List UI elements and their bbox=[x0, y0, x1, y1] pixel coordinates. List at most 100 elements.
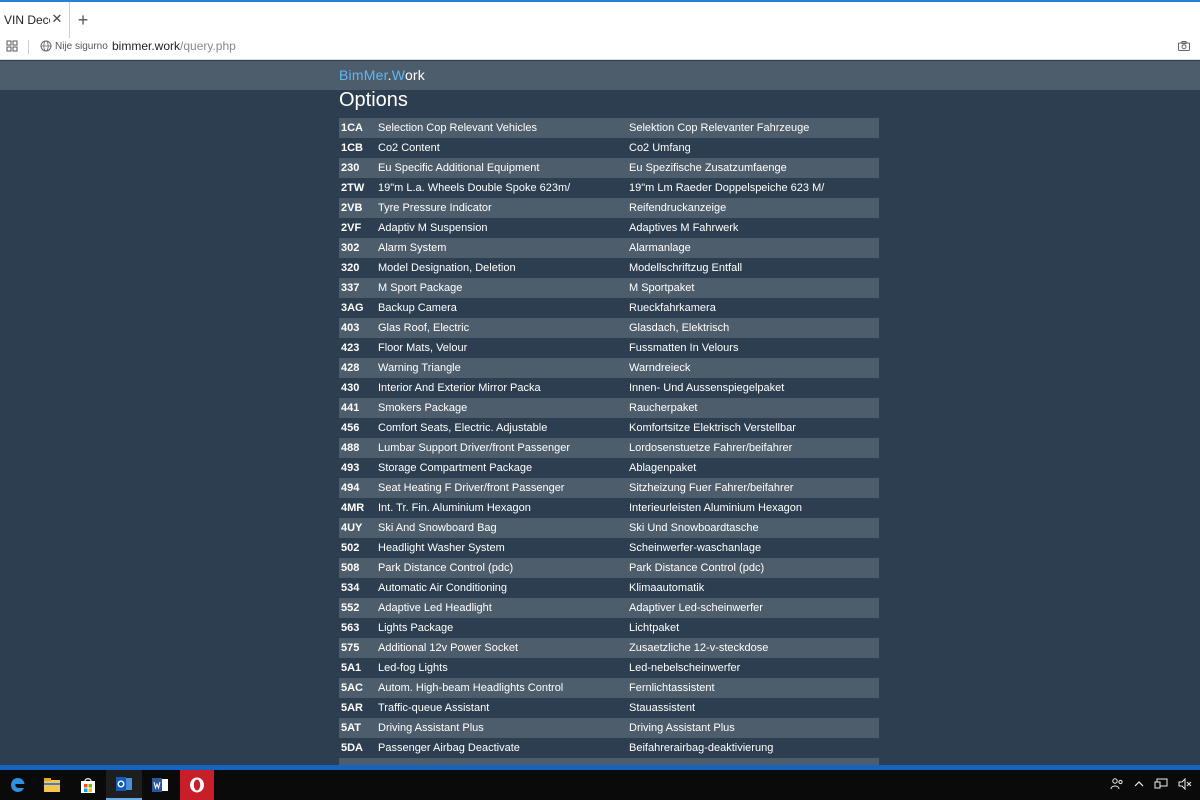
tab-title: VIN Decoder bbox=[4, 13, 50, 27]
option-code: 488 bbox=[339, 438, 378, 458]
option-name-en: Warning Triangle bbox=[378, 358, 629, 378]
camera-icon[interactable] bbox=[1178, 41, 1190, 51]
option-code: 2TW bbox=[339, 178, 378, 198]
option-code: 337 bbox=[339, 278, 378, 298]
close-tab-icon[interactable]: ✕ bbox=[50, 12, 64, 26]
option-name-de: Reifendruckanzeige bbox=[629, 198, 879, 218]
option-name-de: Led-nebelscheinwerfer bbox=[629, 658, 879, 678]
table-row: 430 Interior And Exterior Mirror Packa Inn… bbox=[339, 378, 879, 398]
option-name-en: Interior And Exterior Mirror Packa bbox=[378, 378, 629, 398]
table-row: 403 Glas Roof, Electric Glasdach, Elektris… bbox=[339, 318, 879, 338]
table-row: 5A1 Led-fog Lights Led-nebelscheinwerfer bbox=[339, 658, 879, 678]
people-icon[interactable] bbox=[1110, 777, 1124, 791]
logo-part: Mer bbox=[363, 67, 388, 83]
browser-tabstrip: VIN Decoder ✕ + bbox=[0, 0, 1200, 38]
option-code: 5A1 bbox=[339, 658, 378, 678]
table-row: 4MR Int. Tr. Fin. Aluminium Hexagon Interi… bbox=[339, 498, 879, 518]
option-name-en: Headlight Washer System bbox=[378, 538, 629, 558]
system-tray bbox=[1110, 777, 1192, 791]
option-name-de: Driving Assistant Plus bbox=[629, 718, 879, 738]
option-code: 3AG bbox=[339, 298, 378, 318]
store-icon[interactable] bbox=[70, 770, 106, 800]
table-row: 534 Automatic Air Conditioning Klimaautoma… bbox=[339, 578, 879, 598]
option-code: 575 bbox=[339, 638, 378, 658]
page-title: Options bbox=[339, 89, 408, 111]
option-name-de: Ablagenpaket bbox=[629, 458, 879, 478]
option-name-en: Lights Package bbox=[378, 618, 629, 638]
option-code: 5AC bbox=[339, 678, 378, 698]
option-name-de: Co2 Umfang bbox=[629, 138, 879, 158]
option-name-en: Automatic Air Conditioning bbox=[378, 578, 629, 598]
table-row: 337 M Sport Package M Sportpaket bbox=[339, 278, 879, 298]
table-row: 1CA Selection Cop Relevant Vehicles Selekt… bbox=[339, 118, 879, 138]
option-name-de: Ski Und Snowboardtasche bbox=[629, 518, 879, 538]
option-name-en: Seat Heating F Driver/front Passenger bbox=[378, 478, 629, 498]
table-row: 3AG Backup Camera Rueckfahrkamera bbox=[339, 298, 879, 318]
table-row: 1CB Co2 Content Co2 Umfang bbox=[339, 138, 879, 158]
option-name-de: Interieurleisten Aluminium Hexagon bbox=[629, 498, 879, 518]
option-name-de: Klimaautomatik bbox=[629, 578, 879, 598]
option-code: 493 bbox=[339, 458, 378, 478]
site-logo[interactable]: BimMer.Work bbox=[339, 67, 425, 83]
table-row: 428 Warning Triangle Warndreieck bbox=[339, 358, 879, 378]
option-name-de: Adaptives M Fahrwerk bbox=[629, 218, 879, 238]
option-name-en: Comfort Seats, Electric. Adjustable bbox=[378, 418, 629, 438]
option-name-de: Modellschriftzug Entfall bbox=[629, 258, 879, 278]
option-name-de: Adaptiver Led-scheinwerfer bbox=[629, 598, 879, 618]
option-name-en: Storage Compartment Package bbox=[378, 458, 629, 478]
option-name-en: Model Designation, Deletion bbox=[378, 258, 629, 278]
option-code: 534 bbox=[339, 578, 378, 598]
option-name-de: Rueckfahrkamera bbox=[629, 298, 879, 318]
option-name-en: M Sport Package bbox=[378, 278, 629, 298]
option-name-de: Fussmatten In Velours bbox=[629, 338, 879, 358]
option-name-de: Alarmanlage bbox=[629, 238, 879, 258]
option-code: 302 bbox=[339, 238, 378, 258]
table-row: 2VF Adaptiv M Suspension Adaptives M Fahrw… bbox=[339, 218, 879, 238]
option-code: 320 bbox=[339, 258, 378, 278]
option-name-en: Int. Tr. Fin. Aluminium Hexagon bbox=[378, 498, 629, 518]
option-name-de: Fernlichtassistent bbox=[629, 678, 879, 698]
option-name-en: Led-fog Lights bbox=[378, 658, 629, 678]
new-tab-button[interactable]: + bbox=[74, 10, 92, 30]
volume-muted-icon[interactable] bbox=[1178, 778, 1192, 790]
browser-tab[interactable]: VIN Decoder ✕ bbox=[0, 2, 70, 38]
option-code: 4UY bbox=[339, 518, 378, 538]
option-code: 403 bbox=[339, 318, 378, 338]
option-name-en: Glas Roof, Electric bbox=[378, 318, 629, 338]
chevron-up-icon[interactable] bbox=[1134, 780, 1144, 788]
option-name-en: Autom. High-beam Headlights Control bbox=[378, 678, 629, 698]
url-field[interactable]: bimmer.work/query.php bbox=[112, 39, 236, 53]
option-code: 441 bbox=[339, 398, 378, 418]
option-name-de: Sitzheizung Fuer Fahrer/beifahrer bbox=[629, 478, 879, 498]
url-host: bimmer.work bbox=[112, 39, 181, 53]
table-row: 230 Eu Specific Additional Equipment Eu Sp… bbox=[339, 158, 879, 178]
option-name-en: Alarm System bbox=[378, 238, 629, 258]
option-name-en: Co2 Content bbox=[378, 138, 629, 158]
option-name-de: Raucherpaket bbox=[629, 398, 879, 418]
security-status[interactable]: Nije sigurno bbox=[55, 41, 108, 52]
option-code: 1CB bbox=[339, 138, 378, 158]
table-row: 5AT Driving Assistant Plus Driving Assista… bbox=[339, 718, 879, 738]
option-name-en: Ski And Snowboard Bag bbox=[378, 518, 629, 538]
table-row: 508 Park Distance Control (pdc) Park Dista… bbox=[339, 558, 879, 578]
option-name-en: Lumbar Support Driver/front Passenger bbox=[378, 438, 629, 458]
option-name-en: Smokers Package bbox=[378, 398, 629, 418]
table-row: 4UY Ski And Snowboard Bag Ski Und Snowboar… bbox=[339, 518, 879, 538]
table-row: 2TW 19"m L.a. Wheels Double Spoke 623m/19… bbox=[339, 178, 879, 198]
option-name-en: Driving Assistant Plus bbox=[378, 718, 629, 738]
globe-icon[interactable] bbox=[40, 40, 52, 52]
option-code: 5AR bbox=[339, 698, 378, 718]
option-name-en: Selection Cop Relevant Vehicles bbox=[378, 118, 629, 138]
tab-actions-icon[interactable] bbox=[6, 40, 18, 52]
file-explorer-icon[interactable] bbox=[34, 770, 70, 800]
edge-icon[interactable] bbox=[0, 770, 36, 800]
option-code: 230 bbox=[339, 158, 378, 178]
option-code: 423 bbox=[339, 338, 378, 358]
word-icon[interactable] bbox=[142, 770, 178, 800]
option-name-de: Glasdach, Elektrisch bbox=[629, 318, 879, 338]
opera-icon[interactable] bbox=[180, 770, 214, 800]
network-icon[interactable] bbox=[1154, 778, 1168, 790]
table-row: 502 Headlight Washer System Scheinwerfer-w… bbox=[339, 538, 879, 558]
option-name-de: Warndreieck bbox=[629, 358, 879, 378]
outlook-icon[interactable] bbox=[106, 770, 142, 800]
